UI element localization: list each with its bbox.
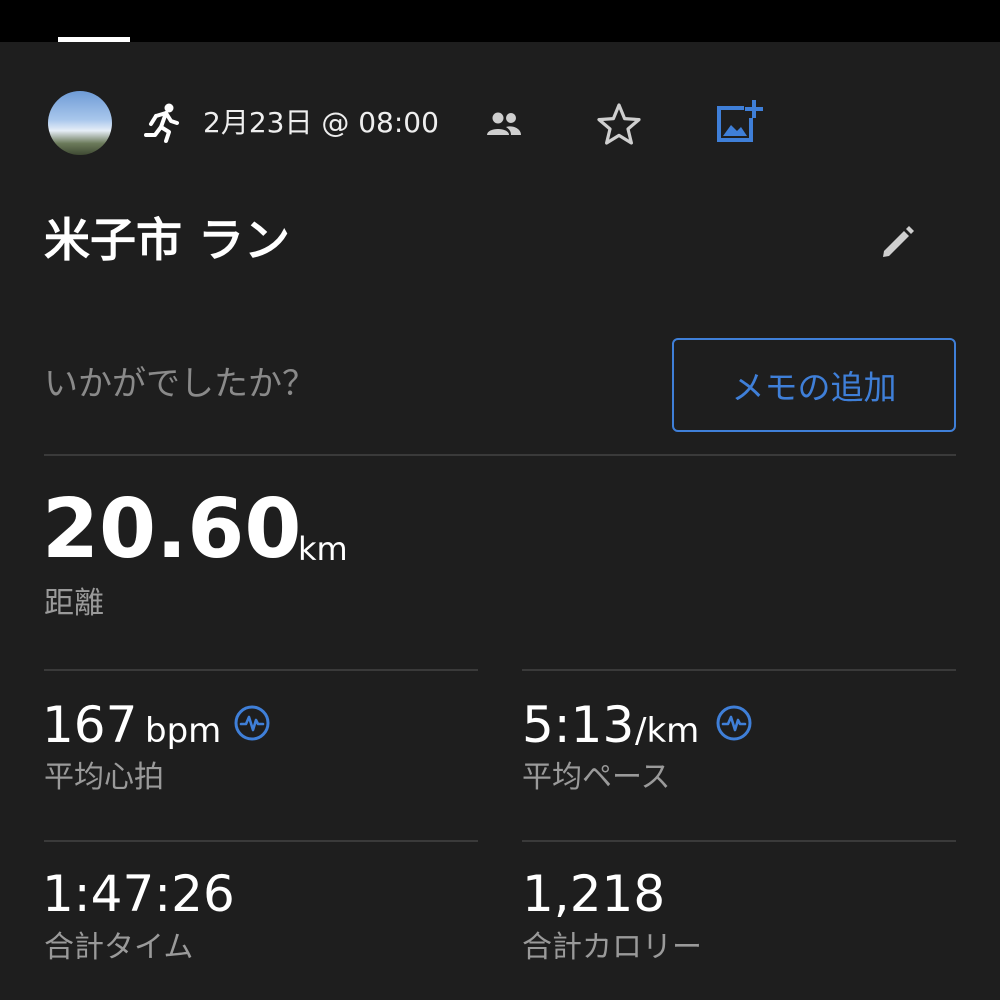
total-calories-value: 1,218 — [522, 865, 666, 923]
divider — [522, 669, 956, 671]
heart-wave-icon[interactable] — [715, 704, 753, 742]
avg-pace-unit: /km — [635, 711, 700, 751]
divider — [44, 840, 478, 842]
running-icon — [144, 103, 179, 143]
avg-heart-rate-unit: bpm — [145, 711, 222, 751]
avg-pace-value: 5:13 — [522, 696, 635, 754]
add-memo-button[interactable]: メモの追加 — [672, 338, 956, 432]
divider — [44, 669, 478, 671]
people-icon[interactable] — [486, 110, 522, 138]
add-photo-icon[interactable] — [714, 96, 766, 146]
how-was-it-prompt: いかがでしたか？ — [44, 364, 316, 404]
divider — [44, 454, 956, 456]
pencil-icon[interactable] — [878, 222, 918, 262]
activity-title: 米子市 ラン — [44, 213, 291, 267]
distance-unit: km — [298, 530, 348, 568]
avg-heart-rate-value: 167 — [42, 696, 138, 754]
total-time-label: 合計タイム — [44, 930, 194, 965]
avg-heart-rate-label: 平均心拍 — [44, 760, 164, 795]
distance-value: 20.60 — [42, 482, 302, 577]
avatar[interactable] — [48, 91, 112, 155]
total-calories-label: 合計カロリー — [522, 930, 702, 965]
heart-wave-icon[interactable] — [233, 704, 271, 742]
activity-detail-screen: 2月23日 @ 08:00 米子市 ラン いかがでしたか？ メモの追加 20.6… — [0, 42, 1000, 1000]
star-icon[interactable] — [596, 102, 642, 146]
avg-pace-label: 平均ペース — [522, 760, 671, 795]
status-bar — [0, 0, 1000, 42]
activity-date: 2月23日 @ 08:00 — [203, 106, 439, 139]
divider — [522, 840, 956, 842]
distance-label: 距離 — [44, 586, 104, 621]
total-time-value: 1:47:26 — [42, 865, 235, 923]
